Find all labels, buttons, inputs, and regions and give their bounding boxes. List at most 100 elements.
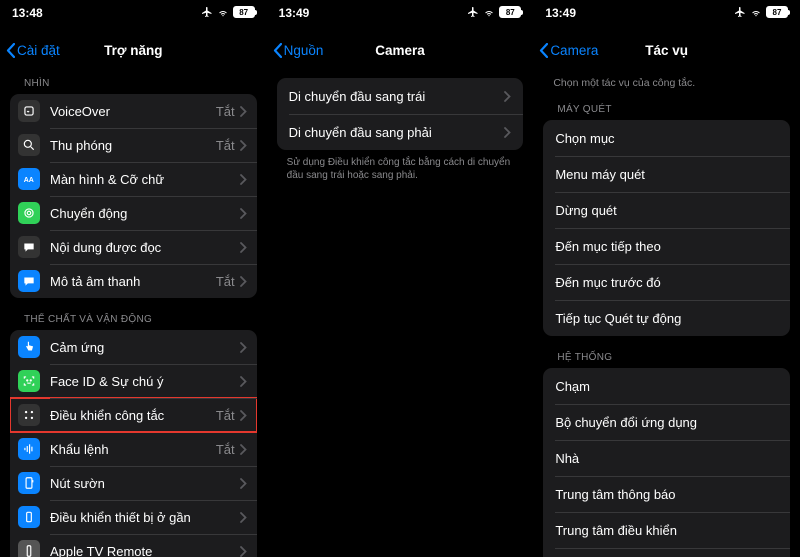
chevron-left-icon xyxy=(539,43,548,58)
row-display-text[interactable]: AA Màn hình & Cỡ chữ xyxy=(10,162,257,196)
row-side-button[interactable]: Nút sườn xyxy=(10,466,257,500)
action-resume-auto[interactable]: Tiếp tục Quét tự động xyxy=(543,300,790,336)
row-label: Điều khiển công tắc xyxy=(50,408,216,423)
row-label: Đến mục trước đó xyxy=(555,275,778,290)
nearby-icon xyxy=(18,506,40,528)
back-label: Nguồn xyxy=(284,43,324,58)
row-label: Màn hình & Cỡ chữ xyxy=(50,172,240,187)
action-control-center[interactable]: Trung tâm điều khiển xyxy=(543,512,790,548)
row-label: Di chuyển đầu sang phải xyxy=(289,125,505,140)
row-label: Face ID & Sự chú ý xyxy=(50,374,240,389)
status-icons: 87 xyxy=(467,6,521,18)
status-bar: 13:48 87 xyxy=(0,0,267,30)
row-motion[interactable]: Chuyển động xyxy=(10,196,257,230)
battery-icon: 87 xyxy=(499,6,521,18)
row-value: Tắt xyxy=(216,274,235,289)
row-value: Tắt xyxy=(216,104,235,119)
nav-bar: Cài đặt Trợ năng xyxy=(0,30,267,70)
action-scanner-menu[interactable]: Menu máy quét xyxy=(543,156,790,192)
battery-icon: 87 xyxy=(766,6,788,18)
chevron-right-icon xyxy=(240,106,247,117)
row-label: Nội dung được đọc xyxy=(50,240,240,255)
row-value: Tắt xyxy=(216,442,235,457)
row-label: Bộ chuyển đổi ứng dụng xyxy=(555,415,778,430)
action-select-item[interactable]: Chọn mục xyxy=(543,120,790,156)
voiceover-icon xyxy=(18,100,40,122)
action-tap[interactable]: Chạm xyxy=(543,368,790,404)
row-value: Tắt xyxy=(216,408,235,423)
action-next-item[interactable]: Đến mục tiếp theo xyxy=(543,228,790,264)
row-head-left[interactable]: Di chuyển đầu sang trái xyxy=(277,78,524,114)
nav-bar: Camera Tác vụ xyxy=(533,30,800,70)
status-time: 13:49 xyxy=(279,6,310,20)
chevron-right-icon xyxy=(240,342,247,353)
row-spoken-content[interactable]: Nội dung được đọc xyxy=(10,230,257,264)
row-label: Nhà xyxy=(555,451,778,466)
chevron-right-icon xyxy=(240,140,247,151)
airplane-icon xyxy=(201,6,213,18)
airplane-icon xyxy=(467,6,479,18)
svg-text:AA: AA xyxy=(24,177,34,184)
row-faceid[interactable]: Face ID & Sự chú ý xyxy=(10,364,257,398)
voice-control-icon xyxy=(18,438,40,460)
chevron-right-icon xyxy=(240,410,247,421)
battery-icon: 87 xyxy=(233,6,255,18)
chevron-right-icon xyxy=(504,91,511,102)
chevron-right-icon xyxy=(240,208,247,219)
list-group-camera: Di chuyển đầu sang trái Di chuyển đầu sa… xyxy=(277,78,524,150)
action-shortcuts-menu[interactable]: Menu Phím tắt xyxy=(543,548,790,557)
row-nearby-devices[interactable]: Điều khiển thiết bị ở gần xyxy=(10,500,257,534)
status-time: 13:48 xyxy=(12,6,43,20)
status-bar: 13:49 87 xyxy=(533,0,800,30)
row-label: Menu máy quét xyxy=(555,167,778,182)
status-time: 13:49 xyxy=(545,6,576,20)
spoken-icon xyxy=(18,236,40,258)
row-label: Chuyển động xyxy=(50,206,240,221)
footer-text: Sử dụng Điều khiển công tắc bằng cách di… xyxy=(267,150,534,188)
list-group-physical: Cảm ứng Face ID & Sự chú ý Điều khiển cô… xyxy=(10,330,257,557)
remote-icon xyxy=(18,540,40,557)
chevron-right-icon xyxy=(240,242,247,253)
row-label: Trung tâm điều khiển xyxy=(555,523,778,538)
row-label: Thu phóng xyxy=(50,138,216,153)
action-notif-center[interactable]: Trung tâm thông báo xyxy=(543,476,790,512)
chevron-right-icon xyxy=(240,376,247,387)
row-zoom[interactable]: Thu phóng Tắt xyxy=(10,128,257,162)
row-label: Chọn mục xyxy=(555,131,778,146)
row-head-right[interactable]: Di chuyển đầu sang phải xyxy=(277,114,524,150)
row-label: Điều khiển thiết bị ở gần xyxy=(50,510,240,525)
chevron-right-icon xyxy=(240,512,247,523)
display-icon: AA xyxy=(18,168,40,190)
section-header-vision: NHÌN xyxy=(0,70,267,94)
phone-screen-3: 13:49 87 Camera Tác vụ Chọn một tác vụ c… xyxy=(533,0,800,557)
nav-bar: Nguồn Camera xyxy=(267,30,534,70)
action-prev-item[interactable]: Đến mục trước đó xyxy=(543,264,790,300)
airplane-icon xyxy=(734,6,746,18)
status-icons: 87 xyxy=(201,6,255,18)
row-apple-tv-remote[interactable]: Apple TV Remote xyxy=(10,534,257,557)
row-label: VoiceOver xyxy=(50,104,216,119)
wifi-icon xyxy=(483,6,495,18)
section-header-scanner: MÁY QUÉT xyxy=(533,96,800,120)
faceid-icon xyxy=(18,370,40,392)
action-app-switcher[interactable]: Bộ chuyển đổi ứng dụng xyxy=(543,404,790,440)
chevron-right-icon xyxy=(240,478,247,489)
touch-icon xyxy=(18,336,40,358)
row-label: Tiếp tục Quét tự động xyxy=(555,311,778,326)
back-button[interactable]: Camera xyxy=(539,43,598,58)
row-touch[interactable]: Cảm ứng xyxy=(10,330,257,364)
section-header-physical: THỂ CHẤT VÀ VẬN ĐỘNG xyxy=(0,298,267,330)
row-audio-desc[interactable]: Mô tả âm thanh Tắt xyxy=(10,264,257,298)
row-voiceover[interactable]: VoiceOver Tắt xyxy=(10,94,257,128)
row-label: Apple TV Remote xyxy=(50,544,240,557)
back-button[interactable]: Cài đặt xyxy=(6,43,60,58)
wifi-icon xyxy=(217,6,229,18)
action-stop-scan[interactable]: Dừng quét xyxy=(543,192,790,228)
back-button[interactable]: Nguồn xyxy=(273,43,324,58)
chevron-right-icon xyxy=(240,276,247,287)
row-voice-control[interactable]: Khẩu lệnh Tắt xyxy=(10,432,257,466)
wifi-icon xyxy=(750,6,762,18)
status-icons: 87 xyxy=(734,6,788,18)
row-switch-control[interactable]: Điều khiển công tắc Tắt xyxy=(10,398,257,432)
action-home[interactable]: Nhà xyxy=(543,440,790,476)
